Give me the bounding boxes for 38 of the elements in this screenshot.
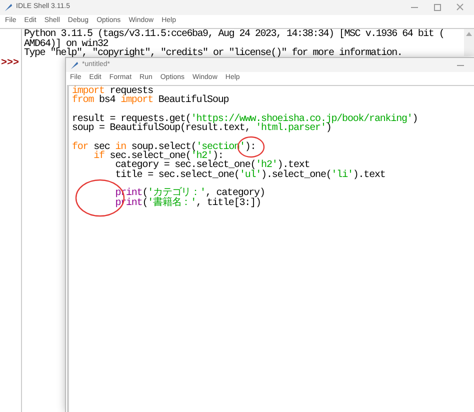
code-token: category = sec.select_one( xyxy=(115,161,256,171)
code-token: 'html.parser' xyxy=(256,124,326,134)
code-token: '書籍名：' xyxy=(148,198,196,208)
code-token: ).select_one( xyxy=(261,170,332,180)
code-token: 'https://www.shoeisha.co.jp/book/ranking' xyxy=(190,114,412,124)
code-token: ): xyxy=(244,142,256,152)
code-token: import xyxy=(72,87,104,96)
code-token: in xyxy=(115,142,126,152)
code-token: , title[3:]) xyxy=(196,198,261,208)
code-token: ) xyxy=(412,114,418,124)
code-token: BeautifulSoup xyxy=(157,96,229,106)
scroll-up-icon[interactable] xyxy=(466,31,472,36)
code-token: , category) xyxy=(205,189,265,199)
code-token: ).text xyxy=(352,170,386,180)
output-line: AMD64)] on win32 xyxy=(24,40,108,49)
code-token: ).text xyxy=(277,161,310,171)
code-token: ( xyxy=(142,189,148,199)
code-token: bs4 xyxy=(99,96,116,106)
code-token: title = sec.select_one( xyxy=(114,170,240,180)
output-line: Type "help", "copyright", "credits" or "license()" for more information. xyxy=(24,49,402,58)
shell-prompt: >>> xyxy=(1,59,20,69)
code-token: sec.select_one( xyxy=(108,152,191,162)
code-token: ): xyxy=(212,152,224,162)
code-token: soup.select( xyxy=(131,142,196,152)
code-token: if xyxy=(92,152,104,162)
code-token: 'li' xyxy=(331,170,353,180)
code-token: 'ul' xyxy=(239,170,262,180)
code-token: result = requests.get( xyxy=(72,114,191,124)
code-token: from xyxy=(72,96,94,106)
code-token: 'h2' xyxy=(256,161,278,171)
output-line: Python 3.11.5 (tags/v3.11.5:cce6ba9, Aug 24 2023, 14:38:34) [MSC v.1936 64 bit ( xyxy=(24,30,444,40)
code-token: soup = BeautifulSoup(result.text, xyxy=(72,124,250,134)
code-token: for xyxy=(72,142,88,152)
code-token: requests xyxy=(110,87,154,96)
code-token: ) xyxy=(326,124,332,134)
scrollbar[interactable] xyxy=(464,29,474,56)
code-token: ( xyxy=(142,198,148,208)
code-token: import xyxy=(120,96,154,106)
